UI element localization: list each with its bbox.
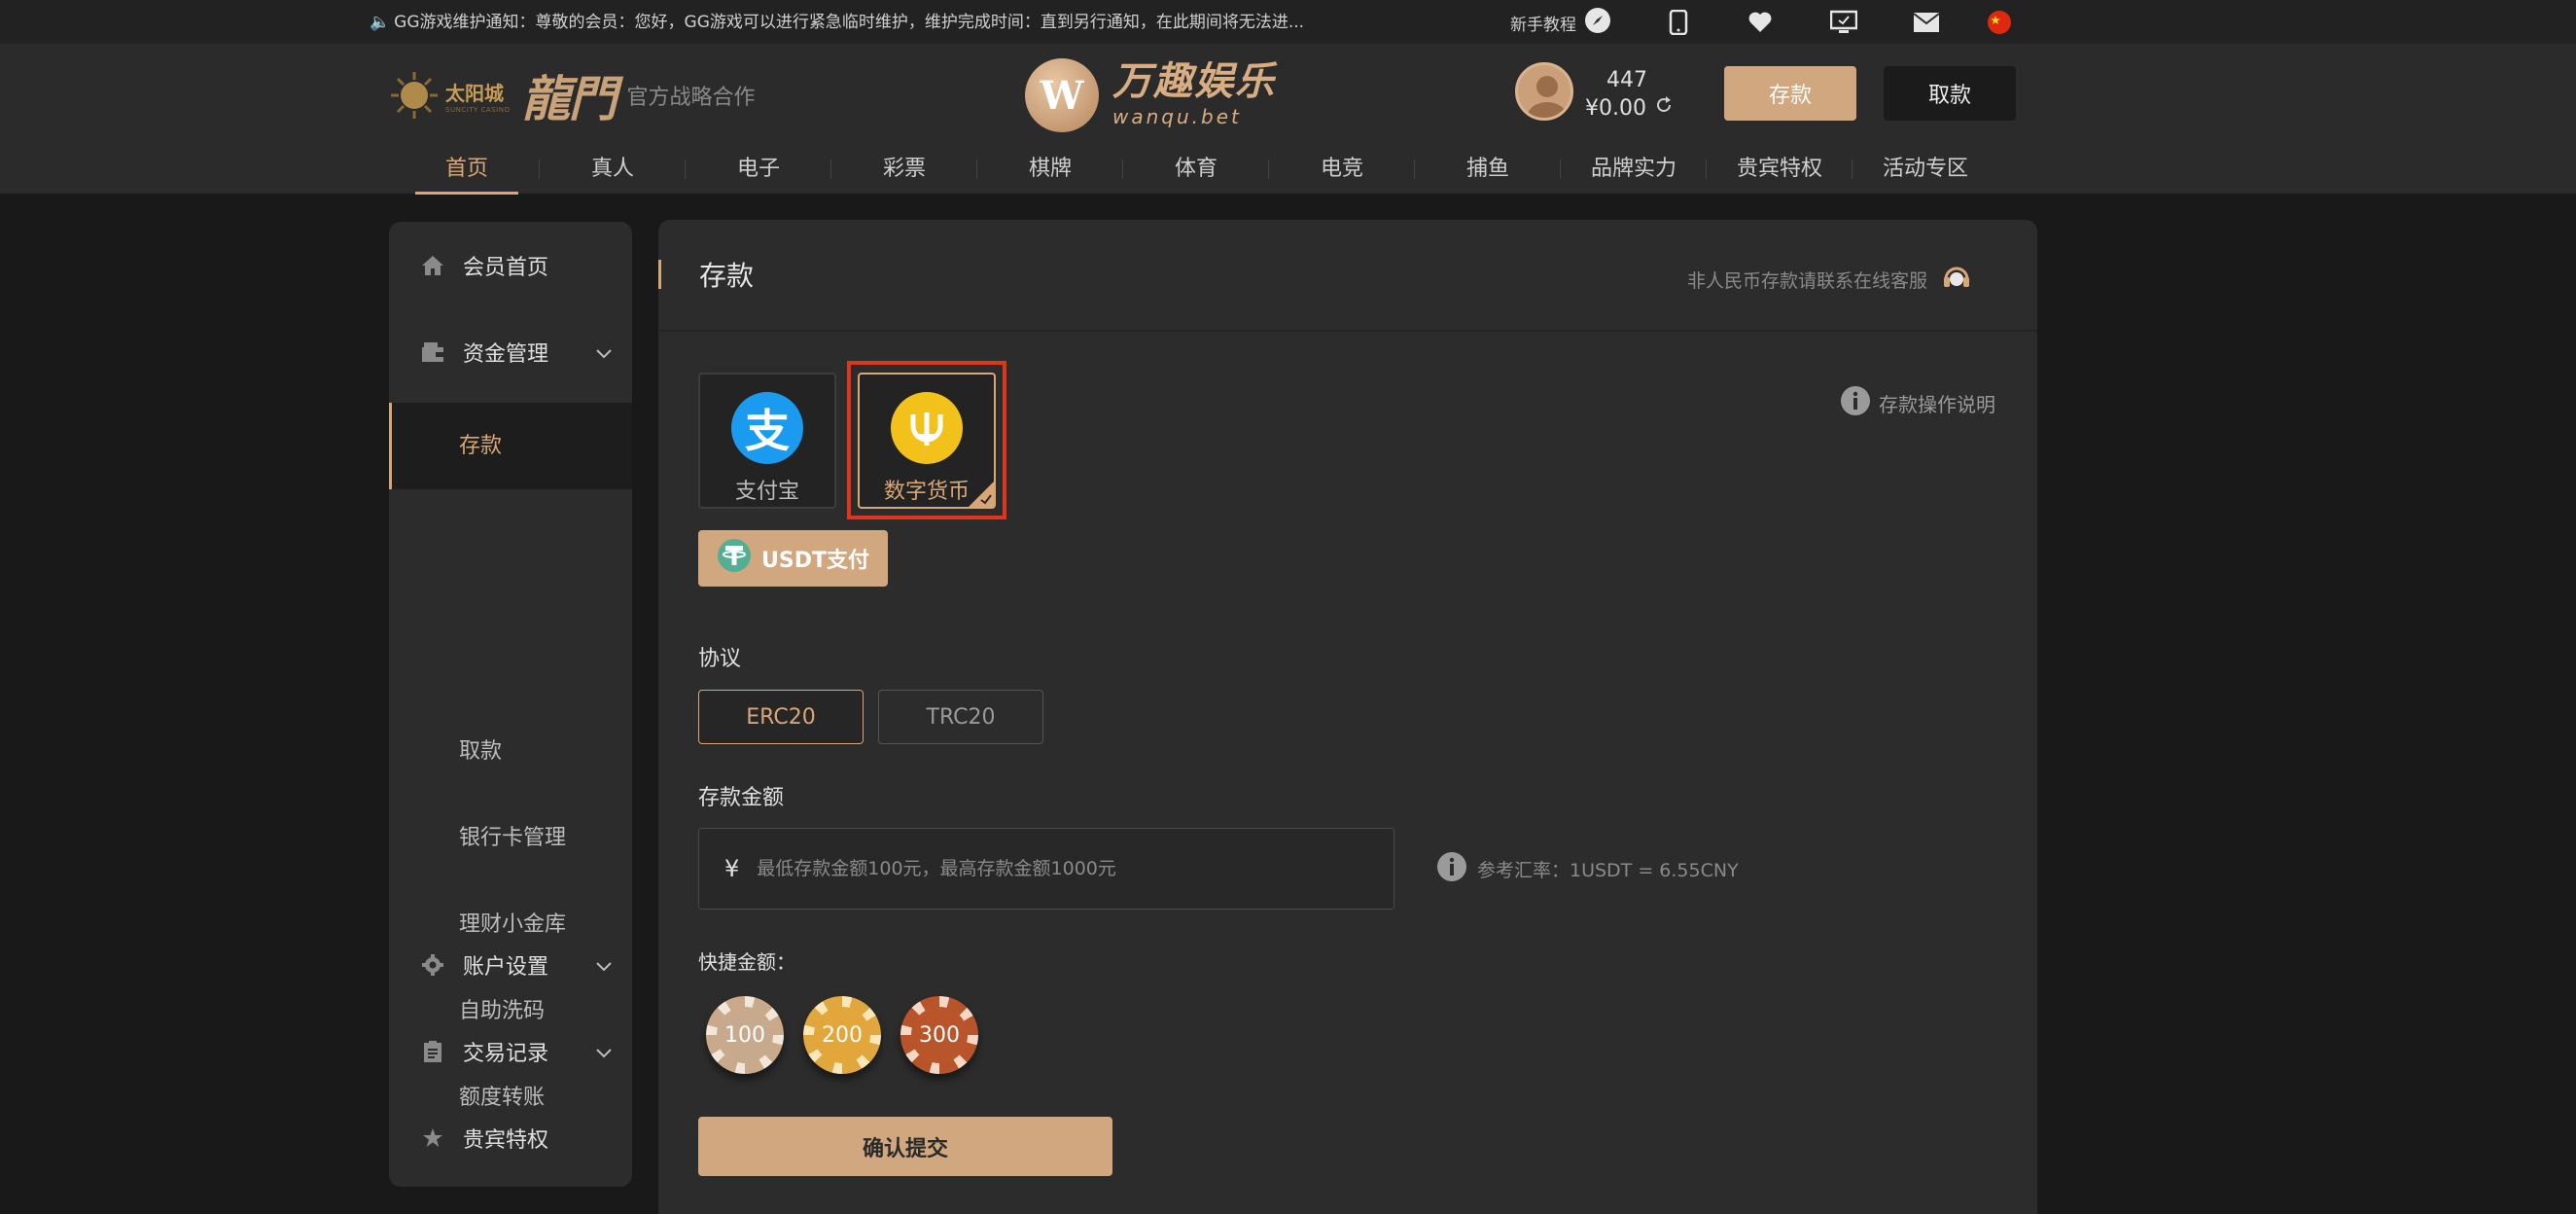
nav-fishing[interactable]: 捕鱼 [1415, 144, 1561, 195]
china-flag-icon[interactable] [1986, 9, 2013, 36]
sidebar-item-vip[interactable]: 贵宾特权 [389, 1094, 632, 1181]
brand-badge: W [1025, 58, 1099, 132]
tether-icon [717, 538, 752, 579]
sidebar-item-label: 账户设置 [463, 954, 549, 980]
amount-label: 存款金额 [698, 786, 785, 810]
nav-lottery[interactable]: 彩票 [831, 144, 977, 195]
desktop-icon[interactable] [1830, 9, 1857, 36]
nav-slots[interactable]: 电子 [686, 144, 831, 195]
gear-icon [420, 952, 445, 978]
exchange-rate: 参考汇率：1USDT = 6.55CNY [1436, 851, 1739, 887]
main-nav: 首页 真人 电子 彩票 棋牌 体育 电竞 捕鱼 品牌实力 贵宾特权 活动专区 [394, 144, 1998, 195]
mail-icon[interactable] [1913, 9, 1940, 36]
newbie-label: 新手教程 [1510, 15, 1576, 35]
partner-text: 官方战略合作 [626, 86, 756, 110]
nav-home[interactable]: 首页 [394, 144, 540, 195]
rate-text: 参考汇率：1USDT = 6.55CNY [1477, 860, 1739, 881]
usdt-label: USDT支付 [761, 549, 869, 573]
headset-icon [1941, 263, 1972, 297]
sidebar-item-account-settings[interactable]: 账户设置 [389, 921, 632, 1008]
sidebar-item-transactions[interactable]: 交易记录 [389, 1008, 632, 1094]
chip-face: 100 [717, 1007, 773, 1063]
sidebar-sub-deposit[interactable]: 存款 [389, 403, 632, 489]
submit-button[interactable]: 确认提交 [698, 1117, 1112, 1176]
home-icon [420, 253, 445, 278]
favorite-heart-icon[interactable] [1747, 9, 1774, 36]
sidebar-sub-bank-cards[interactable]: 银行卡管理 [389, 795, 632, 881]
brand-logo[interactable]: W 万趣娱乐 wanqu.bet [1025, 58, 1276, 132]
nav-promotions[interactable]: 活动专区 [1853, 144, 1998, 195]
balance-value: ¥0.00 [1585, 95, 1646, 121]
deposit-help-link[interactable]: 存款操作说明 [1840, 385, 1995, 421]
suncity-logo: 太阳城 SUNCITY CASINO [389, 70, 510, 121]
alipay-glyph: 支 [745, 405, 790, 457]
selection-highlight [847, 361, 1006, 519]
chevron-down-icon [595, 341, 613, 366]
quick-amount-chip-100[interactable]: 100 [706, 996, 784, 1074]
notice-text: GG游戏维护通知：尊敬的会员：您好，GG游戏可以进行紧急临时维护，维护完成时间：… [394, 13, 1305, 32]
sidebar-item-label: 会员首页 [463, 255, 549, 280]
sun-emblem-icon [391, 72, 438, 119]
header-deposit-button[interactable]: 存款 [1724, 66, 1856, 121]
header-withdraw-button[interactable]: 取款 [1884, 66, 2016, 121]
chevron-down-icon [595, 1041, 613, 1065]
customer-service-link[interactable]: 非人民币存款请联系在线客服 [1687, 263, 1972, 297]
username: 447 [1606, 68, 1647, 92]
suncity-sub: SUNCITY CASINO [445, 105, 511, 114]
newbie-tutorial-link[interactable]: 新手教程 [1510, 0, 1611, 45]
brand-url: wanqu.bet [1112, 105, 1242, 128]
help-text: 存款操作说明 [1879, 393, 1995, 416]
title-accent-bar [658, 260, 661, 289]
info-icon [1436, 851, 1467, 887]
wallet-icon [420, 339, 445, 365]
avatar[interactable] [1515, 62, 1573, 121]
protocol-label: 协议 [698, 647, 742, 671]
notice-marquee[interactable]: 🔈 GG游戏维护通知：尊敬的会员：您好，GG游戏可以进行紧急临时维护，维护完成时间… [370, 0, 1304, 45]
amount-field[interactable]: ¥ [698, 828, 1394, 910]
nav-live[interactable]: 真人 [540, 144, 686, 195]
nav-esports[interactable]: 电竞 [1269, 144, 1415, 195]
protocol-erc20-button[interactable]: ERC20 [698, 690, 864, 744]
info-icon [1840, 385, 1871, 421]
refresh-icon[interactable] [1654, 95, 1674, 121]
protocol-trc20-button[interactable]: TRC20 [878, 690, 1043, 744]
nav-brand[interactable]: 品牌实力 [1561, 144, 1707, 195]
sidebar-item-label: 贵宾特权 [463, 1127, 549, 1153]
nav-sports[interactable]: 体育 [1123, 144, 1269, 195]
speaker-icon: 🔈 [370, 13, 391, 32]
usdt-channel-button[interactable]: USDT支付 [698, 530, 888, 587]
alipay-icon: 支 [731, 392, 803, 464]
balance-display: ¥0.00 [1585, 95, 1674, 121]
quick-amount-chip-200[interactable]: 200 [803, 996, 881, 1074]
chip-face: 300 [911, 1007, 968, 1063]
currency-symbol: ¥ [724, 855, 740, 882]
suncity-name: 太阳城 [445, 81, 504, 105]
sidebar-sub-withdraw[interactable]: 取款 [389, 708, 632, 795]
nav-vip[interactable]: 贵宾特权 [1707, 144, 1853, 195]
compass-icon [1584, 7, 1611, 39]
sidebar-item-label: 交易记录 [463, 1041, 549, 1066]
sidebar-item-member-home[interactable]: 会员首页 [389, 222, 632, 308]
mobile-icon[interactable] [1665, 9, 1692, 36]
payment-method-alipay[interactable]: 支 支付宝 [698, 373, 836, 509]
payment-method-label: 支付宝 [734, 480, 799, 504]
amount-input[interactable] [757, 858, 1341, 879]
partner-logos: 太阳城 SUNCITY CASINO 龍門 官方战略合作 [389, 60, 755, 130]
chip-face: 200 [814, 1007, 870, 1063]
longmen-logo: 龍門 [521, 70, 617, 127]
sidebar-item-funds[interactable]: 资金管理 [389, 308, 632, 395]
quick-amount-label: 快捷金额： [698, 950, 795, 974]
chevron-down-icon [595, 954, 613, 979]
clipboard-icon [420, 1039, 445, 1064]
brand-name: 万趣娱乐 [1112, 59, 1276, 104]
quick-amount-chip-300[interactable]: 300 [900, 996, 978, 1074]
nav-cards[interactable]: 棋牌 [977, 144, 1123, 195]
page-title: 存款 [699, 260, 755, 292]
sidebar-item-label: 资金管理 [463, 341, 549, 367]
star-icon [420, 1125, 445, 1151]
service-note-text: 非人民币存款请联系在线客服 [1687, 270, 1928, 292]
